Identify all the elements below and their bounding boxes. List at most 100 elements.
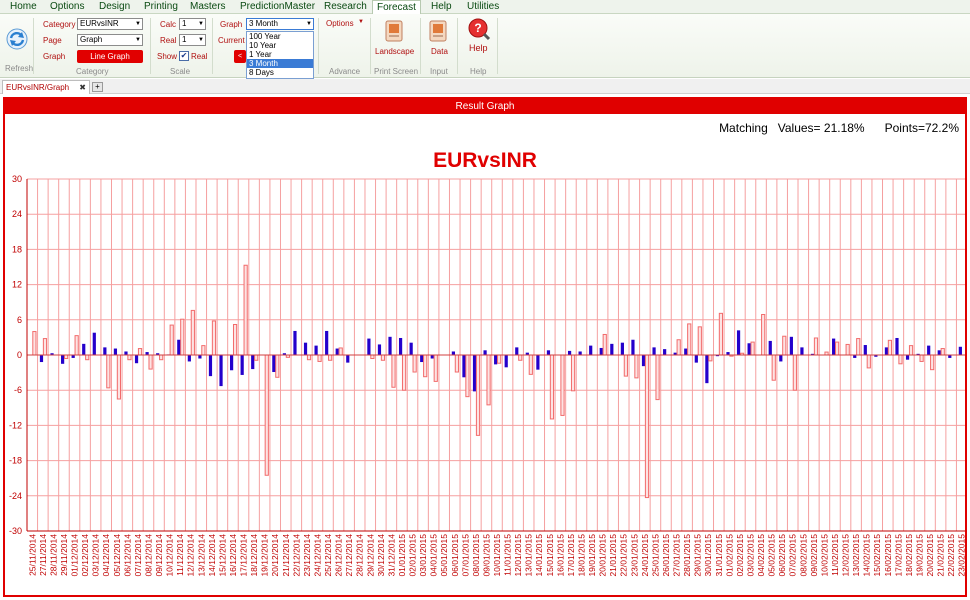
landscape-icon[interactable] xyxy=(385,20,403,42)
x-tick-label: 30/01/2015 xyxy=(703,534,713,577)
real-bar xyxy=(32,331,37,356)
calc-bar xyxy=(208,355,213,377)
add-tab-button[interactable]: + xyxy=(92,82,103,92)
real-bar xyxy=(655,354,660,401)
x-tick-label: 09/02/2015 xyxy=(809,534,819,577)
x-tick-label: 23/12/2014 xyxy=(302,534,312,577)
separator xyxy=(370,18,371,74)
menu-bar: Home Options Design Printing Masters Pre… xyxy=(0,0,970,15)
menu-research[interactable]: Research xyxy=(324,0,367,14)
chevron-down-icon: ▼ xyxy=(198,21,204,27)
category-select[interactable]: EURvsINR ▼ xyxy=(77,18,143,30)
real-bar xyxy=(454,354,459,373)
x-tick-label: 02/02/2015 xyxy=(735,534,745,577)
graph-period-dropdown: 100 Year 10 Year 1 Year 3 Month 8 Days xyxy=(246,31,314,79)
page-select[interactable]: Graph ▼ xyxy=(77,34,143,46)
real-bar xyxy=(391,354,396,388)
x-tick-label: 18/01/2015 xyxy=(576,534,586,577)
calc-bar xyxy=(409,342,413,355)
x-tick-label: 05/02/2015 xyxy=(767,534,777,577)
x-tick-label: 16/01/2015 xyxy=(555,534,565,577)
calc-bar xyxy=(251,355,255,370)
x-tick-label: 12/02/2015 xyxy=(841,534,851,577)
data-icon[interactable] xyxy=(429,20,447,42)
x-tick-label: 27/12/2014 xyxy=(344,534,354,577)
calc-bar xyxy=(420,355,424,363)
menu-printing[interactable]: Printing xyxy=(144,0,178,14)
real-bar xyxy=(465,354,470,398)
calc-bar xyxy=(124,351,128,355)
show-label: Show xyxy=(157,52,178,61)
menu-design[interactable]: Design xyxy=(99,0,130,14)
x-tick-label: 29/12/2014 xyxy=(365,534,375,577)
x-tick-label: 14/12/2014 xyxy=(207,534,217,577)
separator xyxy=(150,18,151,74)
x-tick-label: 03/01/2015 xyxy=(418,534,428,577)
x-tick-label: 24/12/2014 xyxy=(312,534,322,577)
x-tick-label: 20/02/2015 xyxy=(925,534,935,577)
calc-bar xyxy=(832,338,836,355)
close-icon[interactable]: ✖ xyxy=(79,81,86,94)
share-button[interactable]: < xyxy=(234,50,246,63)
calc-bar xyxy=(240,355,244,375)
y-tick-label: 12 xyxy=(12,280,22,290)
show-real-checkbox[interactable]: ✔ xyxy=(179,51,189,61)
graph-period-select[interactable]: 3 Month ▼ xyxy=(246,18,314,30)
x-tick-label: 13/02/2015 xyxy=(851,534,861,577)
x-tick-label: 28/11/2014 xyxy=(48,534,58,576)
x-tick-label: 04/12/2014 xyxy=(101,534,111,577)
menu-utilities[interactable]: Utilities xyxy=(467,0,499,14)
real-bar xyxy=(930,354,935,371)
menu-prediction-master[interactable]: PredictionMaster xyxy=(240,0,315,14)
x-tick-label: 10/01/2015 xyxy=(492,534,502,577)
menu-masters[interactable]: Masters xyxy=(190,0,226,14)
menu-help[interactable]: Help xyxy=(431,0,452,14)
refresh-icon[interactable] xyxy=(6,28,28,50)
x-tick-label: 29/11/2014 xyxy=(59,534,69,576)
dropdown-option[interactable]: 10 Year xyxy=(247,41,313,50)
scale-group-label: Scale xyxy=(170,67,191,76)
calc-bar xyxy=(768,340,772,355)
menu-forecast[interactable]: Forecast xyxy=(372,0,421,15)
x-tick-label: 06/02/2015 xyxy=(777,534,787,577)
category-label: Category xyxy=(43,20,76,29)
tab-eurvsinr-graph[interactable]: EURvsINR/Graph ✖ xyxy=(2,80,90,94)
x-tick-label: 07/12/2014 xyxy=(133,534,143,577)
y-tick-label: 30 xyxy=(12,174,22,184)
x-tick-label: 01/12/2014 xyxy=(70,534,80,577)
menu-home[interactable]: Home xyxy=(10,0,37,14)
options-dropdown[interactable]: Options xyxy=(326,19,354,28)
y-tick-label: 0 xyxy=(17,350,22,360)
real-bar xyxy=(866,354,871,369)
calc-label: Calc xyxy=(160,20,177,29)
help-icon[interactable]: ? xyxy=(467,17,491,41)
calc-bar xyxy=(567,350,572,355)
help-group-label: Help xyxy=(470,67,487,76)
x-tick-label: 25/11/2014 xyxy=(27,534,37,576)
dropdown-option[interactable]: 1 Year xyxy=(247,50,313,59)
real-select[interactable]: 1 ▼ xyxy=(179,34,206,46)
dropdown-option[interactable]: 8 Days xyxy=(247,68,313,77)
real-bar xyxy=(813,337,819,356)
calc-select[interactable]: 1 ▼ xyxy=(179,18,206,30)
calc-bar xyxy=(303,342,308,355)
real-bar xyxy=(750,341,755,356)
x-tick-label: 02/01/2015 xyxy=(408,534,418,577)
x-tick-label: 06/01/2015 xyxy=(450,534,460,577)
menu-options[interactable]: Options xyxy=(50,0,84,14)
calc-bar xyxy=(377,344,382,355)
real-bar xyxy=(856,338,861,356)
x-tick-label: 19/01/2015 xyxy=(587,534,597,577)
x-tick-label: 12/12/2014 xyxy=(186,534,196,577)
dropdown-option[interactable]: 100 Year xyxy=(247,32,313,41)
svg-text:?: ? xyxy=(474,21,481,35)
real-bar xyxy=(317,354,322,362)
dropdown-option-selected[interactable]: 3 Month xyxy=(247,59,313,68)
x-tick-label: 08/02/2015 xyxy=(798,534,808,577)
calc-bar xyxy=(927,345,931,355)
x-tick-label: 24/01/2015 xyxy=(640,534,650,577)
real-bar xyxy=(275,354,280,378)
x-tick-label: 19/12/2014 xyxy=(260,534,270,577)
line-graph-button[interactable]: Line Graph xyxy=(77,50,143,63)
calc-bar xyxy=(958,346,962,355)
